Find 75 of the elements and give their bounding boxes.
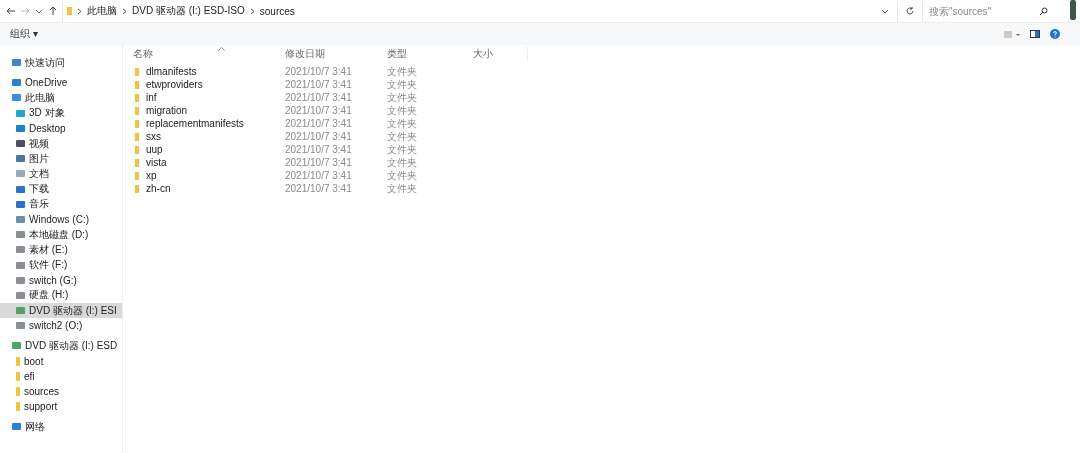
type-cell-text: 文件夹 bbox=[387, 90, 418, 105]
address-field[interactable]: 此电脑 DVD 驱动器 (I:) ESD-ISO sources bbox=[62, 0, 898, 22]
file-name[interactable]: uup bbox=[146, 144, 163, 155]
nav-item[interactable]: 图片 bbox=[0, 151, 122, 167]
refresh-icon bbox=[905, 6, 915, 16]
nav-item[interactable]: 文档 bbox=[0, 166, 122, 182]
date-cell-text: 2021/10/7 3:41 bbox=[285, 79, 353, 90]
file-name[interactable]: zh-cn bbox=[146, 183, 171, 194]
file-name[interactable]: replacementmanifests bbox=[146, 118, 244, 129]
nav-item[interactable]: 视频 bbox=[0, 135, 122, 152]
date-cell-text: 2021/10/7 3:41 bbox=[285, 144, 353, 155]
type-cell-text: 文件夹 bbox=[387, 129, 418, 144]
nav-item[interactable]: support bbox=[0, 399, 122, 415]
file-name[interactable]: vista bbox=[146, 157, 167, 168]
preview-pane-icon[interactable] bbox=[1030, 30, 1040, 38]
breadcrumb[interactable]: sources bbox=[259, 5, 295, 17]
chevron-icon bbox=[77, 7, 82, 15]
nav-item[interactable]: 音乐 bbox=[0, 196, 122, 212]
type-cell-text: 文件夹 bbox=[387, 103, 418, 118]
nav-item[interactable]: Windows (C:) bbox=[0, 211, 122, 228]
breadcrumb[interactable]: 此电脑 bbox=[87, 4, 117, 18]
column-header[interactable]: 大小 bbox=[473, 47, 528, 61]
sort-caret-icon bbox=[218, 47, 225, 51]
file-name[interactable]: dlmanifests bbox=[146, 66, 197, 77]
column-header[interactable]: 名称 bbox=[123, 47, 285, 61]
help-icon[interactable] bbox=[1050, 29, 1060, 39]
type-cell-text: 文件夹 bbox=[387, 181, 418, 196]
nav-item[interactable]: DVD 驱动器 (I:) ESD bbox=[0, 338, 122, 354]
nav-item[interactable]: 软件 (F:) bbox=[0, 257, 122, 273]
dropdown-icon[interactable] bbox=[881, 7, 889, 15]
type-cell-text: 文件夹 bbox=[387, 64, 418, 79]
file-name[interactable]: sxs bbox=[146, 131, 161, 142]
nav-item[interactable]: 素材 (E:) bbox=[0, 242, 122, 258]
nav-item[interactable]: 本地磁盘 (D:) bbox=[0, 227, 122, 243]
file-name[interactable]: etwproviders bbox=[146, 79, 203, 90]
nav-item[interactable]: DVD 驱动器 (I:) ESI bbox=[0, 303, 122, 319]
nav-item[interactable]: switch2 (O:) bbox=[0, 318, 122, 334]
nav-item[interactable]: switch (G:) bbox=[0, 272, 122, 288]
nav-item[interactable]: 下载 bbox=[0, 181, 122, 197]
chevron-icon bbox=[122, 7, 127, 15]
type-cell-text: 文件夹 bbox=[387, 142, 418, 157]
search-icon bbox=[1039, 6, 1048, 16]
nav-item[interactable]: 硬盘 (H:) bbox=[0, 287, 122, 303]
column-header[interactable]: 类型 bbox=[387, 47, 473, 61]
folder-icon bbox=[67, 7, 72, 15]
organize-menu[interactable]: 组织 ▾ bbox=[10, 27, 38, 41]
nav-item[interactable]: efi bbox=[0, 368, 122, 384]
type-cell-text: 文件夹 bbox=[387, 168, 418, 183]
date-cell-text: 2021/10/7 3:41 bbox=[285, 118, 353, 129]
scrollbar-thumb[interactable] bbox=[1070, 0, 1076, 20]
date-cell-text: 2021/10/7 3:41 bbox=[285, 92, 353, 103]
date-cell-text: 2021/10/7 3:41 bbox=[285, 183, 353, 194]
nav-item[interactable]: 快速访问 bbox=[0, 55, 122, 71]
nav-item[interactable]: sources bbox=[0, 383, 122, 400]
type-cell-text: 文件夹 bbox=[387, 77, 418, 92]
nav-item[interactable]: 3D 对象 bbox=[0, 105, 122, 121]
nav-item[interactable]: Desktop bbox=[0, 120, 122, 136]
date-cell-text: 2021/10/7 3:41 bbox=[285, 105, 353, 116]
file-name[interactable]: inf bbox=[146, 92, 157, 103]
nav-item[interactable]: OneDrive bbox=[0, 75, 122, 91]
date-cell-text: 2021/10/7 3:41 bbox=[285, 131, 353, 142]
type-cell-text: 文件夹 bbox=[387, 116, 418, 131]
back-icon[interactable] bbox=[4, 6, 18, 16]
nav-item[interactable]: boot bbox=[0, 353, 122, 369]
date-cell-text: 2021/10/7 3:41 bbox=[285, 170, 353, 181]
breadcrumb[interactable]: DVD 驱动器 (I:) ESD-ISO bbox=[132, 4, 245, 18]
column-header[interactable]: 修改日期 bbox=[285, 47, 387, 61]
file-name[interactable]: migration bbox=[146, 105, 188, 116]
file-name[interactable]: xp bbox=[146, 170, 157, 181]
nav-item[interactable]: 此电脑 bbox=[0, 90, 122, 106]
type-cell-text: 文件夹 bbox=[387, 155, 418, 170]
date-cell-text: 2021/10/7 3:41 bbox=[285, 157, 353, 168]
nav-item[interactable]: 网络 bbox=[0, 419, 122, 435]
date-cell-text: 2021/10/7 3:41 bbox=[285, 66, 353, 77]
chevron-icon bbox=[249, 7, 255, 15]
